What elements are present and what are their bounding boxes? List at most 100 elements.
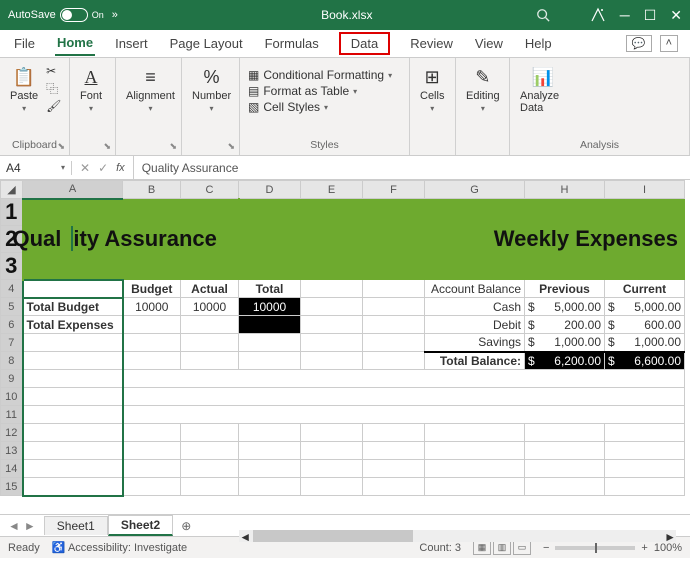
cell[interactable] [239,352,301,370]
close-icon[interactable]: ✕ [670,7,682,24]
cell[interactable] [123,442,181,460]
search-icon[interactable] [536,8,550,22]
cell[interactable] [181,424,239,442]
cell[interactable] [525,442,605,460]
comments-icon[interactable]: 💬 [626,35,652,52]
cut-icon[interactable]: ✂ [46,64,61,78]
format-painter-icon[interactable]: 🖌 [46,99,61,113]
cell[interactable] [363,460,425,478]
cell[interactable] [123,388,685,406]
cell[interactable] [425,478,525,496]
cell[interactable] [123,334,181,352]
zoom-control[interactable]: − + 100% [543,542,682,554]
cell[interactable] [23,388,123,406]
cell[interactable] [123,424,181,442]
cell[interactable] [239,424,301,442]
cell[interactable] [123,316,181,334]
tab-data[interactable]: Data [339,32,390,55]
cell[interactable]: Previous [525,280,605,298]
tab-formulas[interactable]: Formulas [263,32,321,55]
cell[interactable] [301,442,363,460]
cell[interactable] [363,478,425,496]
clipboard-launcher-icon[interactable]: ⬊ [57,141,65,152]
page-break-view-icon[interactable]: ▭ [513,541,531,555]
cell[interactable] [181,352,239,370]
fx-icon[interactable]: fx [116,162,125,174]
conditional-formatting-button[interactable]: ▦Conditional Formatting▾ [248,68,392,82]
format-as-table-button[interactable]: ▤Format as Table▾ [248,84,392,98]
cell[interactable] [425,424,525,442]
enter-formula-icon[interactable]: ✓ [98,161,108,175]
cell[interactable]: Cash [425,298,525,316]
horizontal-scrollbar[interactable]: ◄ ► [239,530,676,542]
cell[interactable]: 600.00 [605,316,685,334]
cell[interactable] [363,352,425,370]
cell[interactable] [123,478,181,496]
col-header[interactable]: F [363,181,425,199]
cell[interactable] [181,478,239,496]
cell[interactable] [123,406,685,424]
cell[interactable]: Total Balance: [425,352,525,370]
col-header[interactable]: G [425,181,525,199]
cell[interactable]: Total Expenses [23,316,123,334]
cell[interactable] [123,352,181,370]
cell[interactable]: 1,000.00 [605,334,685,352]
cell[interactable] [239,334,301,352]
cell-styles-button[interactable]: ▧Cell Styles▾ [248,100,392,114]
cell[interactable]: 1,000.00 [525,334,605,352]
zoom-out-icon[interactable]: − [543,542,549,554]
title-right[interactable]: Weekly Expenses [239,199,685,280]
cell[interactable] [363,316,425,334]
font-launcher-icon[interactable]: ⬊ [103,141,111,152]
accessibility-status[interactable]: ♿ Accessibility: Investigate [52,541,187,554]
cell[interactable] [525,460,605,478]
cell[interactable] [301,424,363,442]
cell[interactable] [605,424,685,442]
paste-button[interactable]: 📋 Paste ▾ [8,64,40,115]
col-header[interactable]: A [23,181,123,199]
col-header[interactable]: H [525,181,605,199]
maximize-icon[interactable]: ☐ [644,7,657,24]
number-button[interactable]: %Number▾ [190,64,233,115]
add-sheet-icon[interactable]: ⊕ [173,519,199,533]
cell[interactable]: 10000 [123,298,181,316]
coming-soon-icon[interactable] [590,7,606,23]
cell[interactable]: Total Budget [23,298,123,316]
copy-icon[interactable]: ⿻ [46,80,61,97]
tab-page-layout[interactable]: Page Layout [168,32,245,55]
cell[interactable] [425,460,525,478]
tab-insert[interactable]: Insert [113,32,150,55]
cell[interactable] [363,424,425,442]
cell[interactable]: Account Balance [425,280,525,298]
cell[interactable]: 200.00 [525,316,605,334]
cancel-formula-icon[interactable]: ✕ [80,161,90,175]
cell[interactable]: 10000 [239,298,301,316]
cell[interactable] [23,478,123,496]
cell[interactable]: Actual [181,280,239,298]
cell[interactable] [525,424,605,442]
cell[interactable]: Budget [123,280,181,298]
sheet-nav-next-icon[interactable]: ► [24,519,36,533]
cell[interactable] [181,316,239,334]
col-header[interactable]: B [123,181,181,199]
cell[interactable] [239,478,301,496]
toggle-switch[interactable] [60,8,88,22]
zoom-slider[interactable] [555,546,635,550]
cell[interactable]: 5,000.00 [525,298,605,316]
cell[interactable]: 5,000.00 [605,298,685,316]
analyze-data-button[interactable]: 📊Analyze Data [518,64,568,116]
sheet-nav-prev-icon[interactable]: ◄ [8,519,20,533]
col-header[interactable]: D [239,181,301,199]
cell[interactable] [181,442,239,460]
cell[interactable] [23,424,123,442]
normal-view-icon[interactable]: ▦ [473,541,491,555]
cell[interactable] [239,460,301,478]
minimize-icon[interactable]: ─ [620,7,630,23]
tab-file[interactable]: File [12,32,37,55]
cell[interactable]: Savings [425,334,525,352]
col-header[interactable]: I [605,181,685,199]
cell[interactable] [301,316,363,334]
cell[interactable] [181,460,239,478]
cells-button[interactable]: ⊞Cells▾ [418,64,446,115]
col-header[interactable]: E [301,181,363,199]
